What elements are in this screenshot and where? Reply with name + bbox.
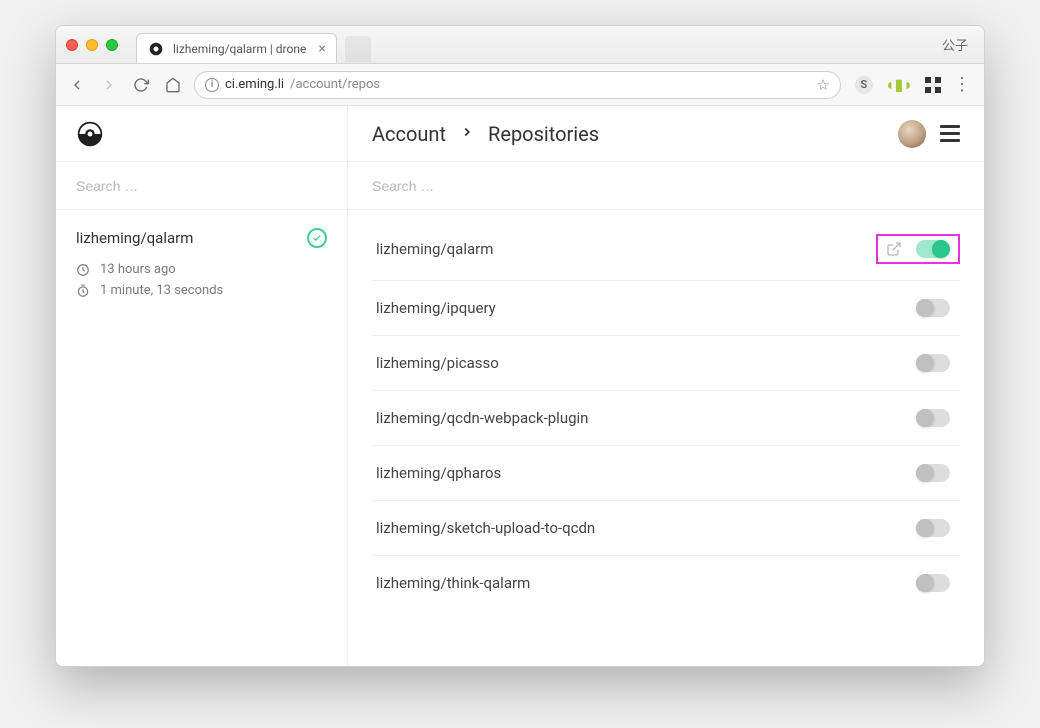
clock-icon bbox=[76, 263, 90, 277]
repo-list: lizheming/qalarm lizheming/ipquery lizhemi… bbox=[348, 210, 984, 650]
close-window-button[interactable] bbox=[66, 39, 78, 51]
url-host: ci.eming.li bbox=[225, 77, 284, 92]
build-time-label: 13 hours ago bbox=[100, 262, 176, 277]
sidebar-search bbox=[56, 162, 347, 210]
repo-row: lizheming/qpharos bbox=[372, 446, 960, 501]
extension-android-icon[interactable]: ◖▮◗ bbox=[885, 75, 913, 95]
window-controls bbox=[66, 39, 118, 51]
repo-row: lizheming/qcdn-webpack-plugin bbox=[372, 391, 960, 446]
titlebar: lizheming/qalarm | drone × 公子 bbox=[56, 26, 984, 64]
chevron-right-icon bbox=[460, 124, 474, 143]
repo-toggle[interactable] bbox=[916, 574, 950, 592]
build-duration-label: 1 minute, 13 seconds bbox=[100, 283, 223, 298]
status-success-icon bbox=[307, 228, 327, 248]
site-info-icon[interactable]: i bbox=[205, 78, 219, 92]
main-search bbox=[348, 162, 984, 210]
sidebar: lizheming/qalarm 13 hours ago 1 minute, … bbox=[56, 106, 348, 666]
drone-app: lizheming/qalarm 13 hours ago 1 minute, … bbox=[56, 106, 984, 666]
tab-strip: lizheming/qalarm | drone × bbox=[136, 26, 371, 63]
tab-close-icon[interactable]: × bbox=[318, 41, 325, 57]
drone-logo-icon[interactable] bbox=[76, 120, 104, 148]
repo-name[interactable]: lizheming/qcdn-webpack-plugin bbox=[376, 409, 588, 427]
home-button[interactable] bbox=[162, 74, 184, 96]
logo-row bbox=[56, 106, 347, 162]
repo-toggle[interactable] bbox=[916, 299, 950, 317]
repo-toggle[interactable] bbox=[916, 519, 950, 537]
timer-icon bbox=[76, 284, 90, 298]
repo-actions bbox=[910, 572, 956, 594]
back-button[interactable] bbox=[66, 74, 88, 96]
build-repo-name: lizheming/qalarm bbox=[76, 229, 193, 247]
url-path: /account/repos bbox=[290, 77, 380, 92]
build-time: 13 hours ago bbox=[76, 262, 327, 277]
repo-name[interactable]: lizheming/qpharos bbox=[376, 464, 501, 482]
repo-name[interactable]: lizheming/sketch-upload-to-qcdn bbox=[376, 519, 595, 537]
menu-button[interactable] bbox=[940, 125, 960, 142]
extension-s-icon[interactable]: S bbox=[855, 76, 873, 94]
repo-row: lizheming/ipquery bbox=[372, 281, 960, 336]
address-bar[interactable]: i ci.eming.li/account/repos ☆ bbox=[194, 71, 841, 99]
bookmark-star-icon[interactable]: ☆ bbox=[816, 76, 829, 94]
browser-tab[interactable]: lizheming/qalarm | drone × bbox=[136, 33, 337, 63]
drone-favicon-icon bbox=[150, 42, 163, 55]
repo-name[interactable]: lizheming/ipquery bbox=[376, 299, 496, 317]
tab-title: lizheming/qalarm | drone bbox=[173, 42, 306, 56]
repo-actions bbox=[910, 407, 956, 429]
repo-toggle[interactable] bbox=[916, 409, 950, 427]
extensions: S ◖▮◗ ⋮ bbox=[851, 74, 974, 95]
browser-window: lizheming/qalarm | drone × 公子 i ci.eming… bbox=[55, 25, 985, 667]
new-tab-button[interactable] bbox=[345, 36, 371, 62]
forward-button[interactable] bbox=[98, 74, 120, 96]
repo-actions bbox=[910, 517, 956, 539]
repo-search-input[interactable] bbox=[372, 178, 960, 194]
build-card[interactable]: lizheming/qalarm 13 hours ago 1 minute, … bbox=[56, 210, 347, 316]
maximize-window-button[interactable] bbox=[106, 39, 118, 51]
breadcrumb-account[interactable]: Account bbox=[372, 122, 446, 146]
browser-menu-button[interactable]: ⋮ bbox=[953, 74, 970, 95]
repo-toggle[interactable] bbox=[916, 354, 950, 372]
repo-actions bbox=[910, 297, 956, 319]
breadcrumb-repositories[interactable]: Repositories bbox=[488, 122, 599, 146]
repo-row: lizheming/sketch-upload-to-qcdn bbox=[372, 501, 960, 556]
header-row: Account Repositories bbox=[348, 106, 984, 162]
repo-name[interactable]: lizheming/qalarm bbox=[376, 240, 493, 258]
repo-toggle[interactable] bbox=[916, 240, 950, 258]
repo-toggle[interactable] bbox=[916, 464, 950, 482]
repo-row: lizheming/qalarm bbox=[372, 218, 960, 281]
main-panel: Account Repositories lizheming/qalarmliz… bbox=[348, 106, 984, 666]
sidebar-search-input[interactable] bbox=[76, 178, 327, 194]
avatar[interactable] bbox=[898, 120, 926, 148]
browser-toolbar: i ci.eming.li/account/repos ☆ S ◖▮◗ ⋮ bbox=[56, 64, 984, 106]
repo-row: lizheming/picasso bbox=[372, 336, 960, 391]
repo-actions bbox=[910, 462, 956, 484]
extension-qr-icon[interactable] bbox=[925, 77, 941, 93]
repo-row: lizheming/think-qalarm bbox=[372, 556, 960, 610]
build-duration: 1 minute, 13 seconds bbox=[76, 283, 327, 298]
repo-name[interactable]: lizheming/picasso bbox=[376, 354, 499, 372]
repo-actions bbox=[910, 352, 956, 374]
profile-name[interactable]: 公子 bbox=[942, 35, 974, 54]
open-repo-icon[interactable] bbox=[886, 241, 902, 257]
reload-button[interactable] bbox=[130, 74, 152, 96]
repo-actions bbox=[876, 234, 960, 264]
repo-name[interactable]: lizheming/think-qalarm bbox=[376, 574, 530, 592]
minimize-window-button[interactable] bbox=[86, 39, 98, 51]
